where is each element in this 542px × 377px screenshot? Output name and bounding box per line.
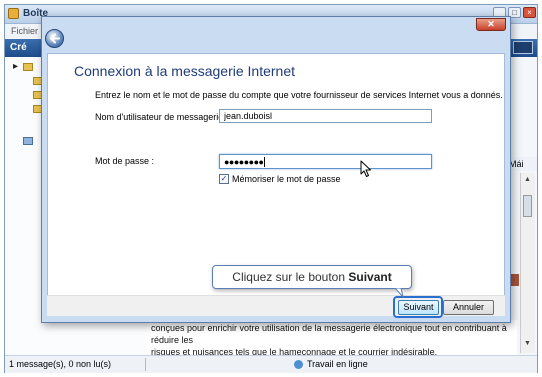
app-close-icon[interactable]: × <box>523 7 536 18</box>
username-input[interactable] <box>219 109 432 123</box>
mouse-pointer-icon <box>360 160 371 177</box>
folder-icon <box>23 63 33 71</box>
tree-expander-icon[interactable]: ▸ <box>13 61 18 72</box>
password-input[interactable]: ●●●●●●●● <box>219 154 432 169</box>
dialog-heading: Connexion à la messagerie Internet <box>74 63 296 79</box>
status-online: Travail en ligne <box>307 359 368 369</box>
dialog-description: Entrez le nom et le mot de passe du comp… <box>95 90 503 100</box>
back-arrow-icon[interactable] <box>45 29 64 48</box>
next-button[interactable]: Suivant <box>398 300 439 315</box>
password-mask: ●●●●●●●● <box>224 157 264 167</box>
message-flag <box>511 274 519 286</box>
status-divider <box>145 358 146 371</box>
cancel-button[interactable]: Annuler <box>443 300 494 315</box>
app-icon <box>8 8 19 19</box>
remember-password-label[interactable]: Mémoriser le mot de passe <box>232 174 341 184</box>
list-scrollbar[interactable]: ▲ ▼ <box>520 173 535 353</box>
toolbar-right-button[interactable] <box>513 41 533 54</box>
status-message-count: 1 message(s), 0 non lu(s) <box>9 359 112 369</box>
tutorial-callout: Cliquez sur le bouton Suivant <box>212 265 412 289</box>
text-caret <box>264 157 265 167</box>
password-label: Mot de passe : <box>95 156 155 166</box>
preview-line-1: conçues pour enrichir votre utilisation … <box>151 323 507 345</box>
scroll-down-icon[interactable]: ▼ <box>523 339 532 349</box>
callout-prefix: Cliquez sur le bouton <box>232 270 349 284</box>
preview-pane: conçues pour enrichir votre utilisation … <box>147 320 517 357</box>
remember-password-checkbox[interactable]: ✓ <box>219 174 229 184</box>
create-mail-button[interactable]: Cré <box>10 42 27 53</box>
dialog-close-icon[interactable]: ✕ <box>476 18 506 31</box>
username-label: Nom d'utilisateur de messagerie : <box>95 112 229 122</box>
callout-emphasis: Suivant <box>348 270 392 284</box>
callout-pointer-icon <box>395 288 404 298</box>
contacts-icon <box>23 137 33 145</box>
scroll-up-icon[interactable]: ▲ <box>523 175 532 185</box>
online-status-icon <box>294 360 303 369</box>
scroll-thumb[interactable] <box>523 195 532 217</box>
status-bar: 1 message(s), 0 non lu(s) Travail en lig… <box>5 355 537 373</box>
menu-file[interactable]: Fichier <box>11 26 38 36</box>
